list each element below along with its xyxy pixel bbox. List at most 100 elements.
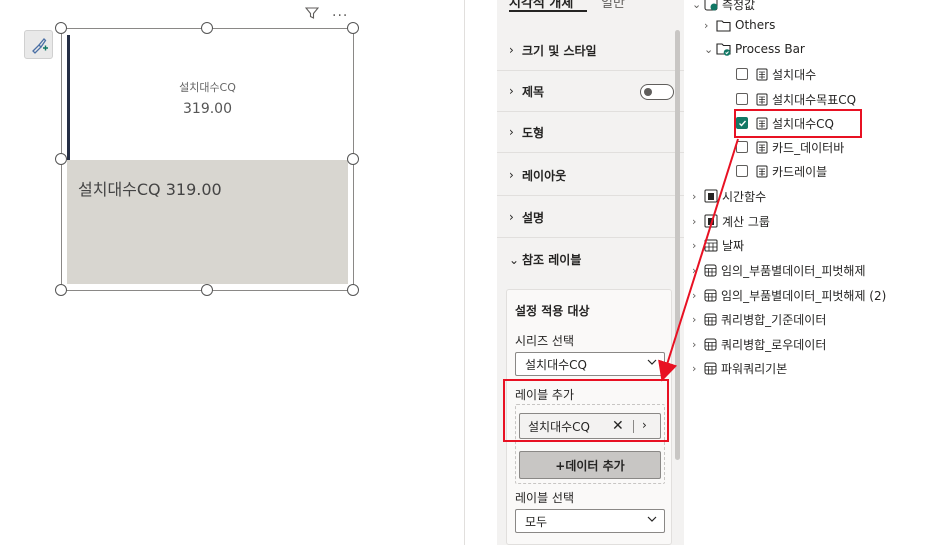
- chevron-down-icon[interactable]: ⌄: [704, 43, 716, 56]
- card-visual[interactable]: 설치대수CQ 319.00 설치대수CQ 319.00: [61, 28, 354, 291]
- field-checkbox[interactable]: [736, 165, 748, 177]
- card-accent-bar: [67, 35, 70, 161]
- table-icon: [704, 289, 717, 302]
- tree-row[interactable]: › 쿼리병합_로우데이터: [692, 333, 826, 355]
- resize-handle-right[interactable]: [347, 153, 359, 165]
- section-label: 크기 및 스타일: [522, 43, 597, 58]
- label-select-dropdown[interactable]: 모두: [515, 509, 665, 533]
- tree-row-label: 설치대수목표CQ: [772, 92, 857, 107]
- resize-handle-bottom-right[interactable]: [347, 284, 359, 296]
- chevron-right-icon[interactable]: ›: [692, 239, 704, 252]
- field-checkbox[interactable]: [736, 141, 748, 153]
- highlight-box-add-label: [503, 379, 669, 442]
- section-label: 설명: [522, 210, 545, 225]
- format-pane-scrollbar[interactable]: [675, 30, 680, 460]
- section-label: 참조 레이블: [522, 253, 582, 267]
- calculation-table-icon: [704, 214, 718, 228]
- section-title[interactable]: › 제목: [497, 71, 684, 112]
- chevron-right-icon[interactable]: ›: [692, 215, 704, 228]
- chevron-right-icon: ›: [509, 168, 514, 182]
- funnel-icon[interactable]: [304, 6, 320, 26]
- series-dropdown[interactable]: 설치대수CQ: [515, 352, 665, 376]
- tree-row-label: 시간함수: [722, 189, 767, 204]
- series-dropdown-value: 설치대수CQ: [525, 357, 587, 372]
- chevron-down-icon: ⌄: [509, 252, 520, 267]
- tree-row[interactable]: ⌄ 측정값: [692, 0, 755, 15]
- tree-row[interactable]: › 시간함수: [692, 185, 766, 207]
- toggle-knob: [644, 88, 652, 96]
- ellipsis-icon[interactable]: ···: [332, 6, 348, 26]
- chevron-right-icon: ›: [509, 84, 514, 98]
- add-data-button[interactable]: +데이터 추가: [519, 451, 661, 479]
- tree-row[interactable]: › 임의_부품별데이터_피벗해제 (2): [692, 284, 886, 306]
- resize-handle-top[interactable]: [201, 22, 213, 34]
- tree-row[interactable]: › 임의_부품별데이터_피벗해제: [692, 259, 865, 281]
- format-painter-button[interactable]: [24, 30, 53, 59]
- section-size-style[interactable]: › 크기 및 스타일: [497, 30, 684, 71]
- chevron-down-icon[interactable]: ⌄: [692, 0, 704, 11]
- tree-row[interactable]: › 파워쿼리기본: [692, 357, 787, 379]
- field-checkbox[interactable]: [736, 93, 748, 105]
- tree-row-label: 임의_부품별데이터_피벗해제: [721, 263, 866, 278]
- tree-row-label: 카드레이블: [772, 164, 828, 179]
- tree-row-label: 파워쿼리기본: [721, 361, 788, 376]
- title-toggle[interactable]: [640, 84, 674, 100]
- chevron-right-icon[interactable]: ›: [692, 338, 704, 351]
- section-description[interactable]: › 설명: [497, 197, 684, 238]
- tree-row-label: 날짜: [722, 238, 745, 253]
- resize-handle-top-left[interactable]: [55, 22, 67, 34]
- resize-handle-bottom-left[interactable]: [55, 284, 67, 296]
- data-pane: ⌄ 측정값 › Others ⌄ Process Bar 설치대수 설치대수목표CQ 설치대수C…: [684, 0, 940, 545]
- calculator-icon: [756, 165, 768, 178]
- tree-row-label: 측정값: [722, 0, 756, 12]
- format-pane: 시각적 개체 일반 ··· › 크기 및 스타일 › 제목 › 도형 › 레이아…: [497, 0, 684, 545]
- section-layout[interactable]: › 레이아웃: [497, 155, 684, 196]
- measures-folder-icon: [704, 0, 718, 11]
- section-reference-label[interactable]: ⌄ 참조 레이블: [497, 239, 684, 280]
- tree-row[interactable]: 카드_데이터바: [736, 136, 844, 158]
- brush-plus-icon: [31, 37, 48, 54]
- tree-row-label: 계산 그룹: [722, 214, 770, 229]
- chevron-right-icon[interactable]: ›: [692, 289, 704, 302]
- date-table-icon: [704, 238, 718, 252]
- tree-row[interactable]: › 계산 그룹: [692, 210, 770, 232]
- calculator-icon: [756, 68, 768, 81]
- tree-row-label: Process Bar: [735, 42, 805, 56]
- chevron-right-icon[interactable]: ›: [692, 264, 704, 277]
- chevron-right-icon[interactable]: ›: [704, 19, 716, 32]
- tree-row-label: Others: [735, 18, 776, 32]
- highlight-box-field: [734, 109, 862, 138]
- tree-row[interactable]: › Others: [704, 14, 775, 36]
- format-tabs: 시각적 개체 일반 ···: [497, 0, 684, 14]
- active-tab-underline: [509, 10, 587, 12]
- chevron-down-icon: [646, 356, 658, 371]
- chevron-right-icon[interactable]: ›: [692, 313, 704, 326]
- section-shape[interactable]: › 도형: [497, 112, 684, 153]
- tree-row[interactable]: 설치대수: [736, 63, 816, 85]
- label-select-value: 모두: [525, 514, 548, 529]
- calculator-icon: [756, 93, 768, 106]
- tab-more[interactable]: ···: [650, 0, 662, 7]
- tree-row[interactable]: ⌄ Process Bar: [704, 38, 805, 60]
- folder-icon: [716, 19, 731, 32]
- label-select-label: 레이블 선택: [515, 491, 575, 505]
- tree-row[interactable]: › 날짜: [692, 234, 744, 256]
- chevron-right-icon: ›: [509, 125, 514, 139]
- folder-icon: [716, 42, 731, 56]
- table-icon: [704, 338, 717, 351]
- chevron-right-icon[interactable]: ›: [692, 190, 704, 203]
- chevron-right-icon: ›: [509, 210, 514, 224]
- resize-handle-bottom[interactable]: [201, 284, 213, 296]
- tree-row[interactable]: 설치대수목표CQ: [736, 88, 856, 110]
- tab-general[interactable]: 일반: [601, 0, 625, 11]
- chevron-down-icon: [646, 513, 658, 528]
- tree-row[interactable]: 카드레이블: [736, 160, 827, 182]
- table-icon: [704, 264, 717, 277]
- resize-handle-top-right[interactable]: [347, 22, 359, 34]
- apply-settings-title: 설정 적용 대상: [515, 304, 590, 318]
- field-checkbox[interactable]: [736, 68, 748, 80]
- chevron-right-icon[interactable]: ›: [692, 362, 704, 375]
- resize-handle-left[interactable]: [55, 153, 67, 165]
- tree-row[interactable]: › 쿼리병합_기준데이터: [692, 308, 826, 330]
- section-label: 도형: [522, 125, 545, 140]
